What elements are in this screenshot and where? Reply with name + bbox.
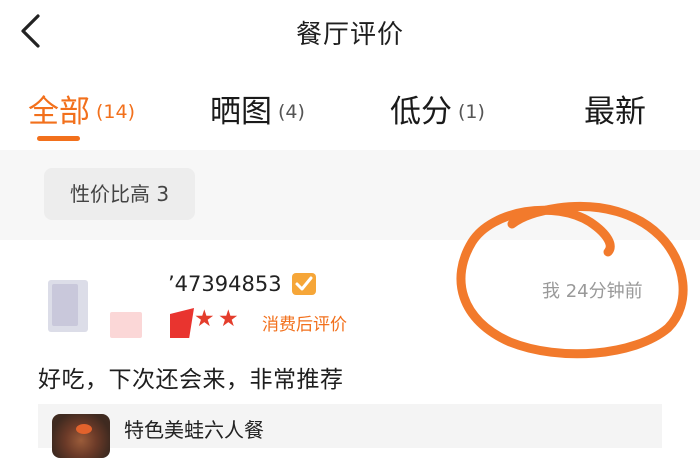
review-screen: 餐厅评价 全部 (14) 晒图 (4) 低分 (1) 最新 性价比高 3 ’47394… (0, 0, 700, 458)
tab-photos[interactable]: 晒图 (4) (210, 86, 305, 131)
page-title: 餐厅评价 (295, 20, 404, 50)
tab-low-score-count: (1) (458, 101, 485, 123)
review-source-label: 消费后评价 (262, 315, 347, 335)
review-timestamp: 我 24分钟前 (542, 281, 643, 302)
verified-badge-icon (292, 273, 316, 295)
dish-thumbnail (52, 414, 110, 458)
active-tab-indicator (37, 136, 80, 141)
star-icon: ★ (194, 306, 215, 332)
tag-chip-value-for-money[interactable]: 性价比高 3 (44, 168, 196, 220)
star-icon: ★ (218, 306, 239, 332)
tab-all-label: 全部 (28, 94, 90, 130)
tab-latest-label: 最新 (584, 94, 646, 130)
linked-dish-card[interactable]: 特色美蛙六人餐 (38, 404, 662, 458)
tab-photos-label: 晒图 (210, 94, 272, 130)
tab-photos-count: (4) (278, 101, 305, 123)
tab-latest[interactable]: 最新 (584, 86, 646, 131)
review-username[interactable]: ’47394853 (168, 272, 282, 296)
review-text: 好吃，下次还会来，非常推荐 (38, 367, 344, 393)
tab-all[interactable]: 全部 (14) (28, 86, 135, 131)
avatar-image (52, 284, 78, 326)
blurred-content (110, 312, 142, 338)
rating-star-partial (170, 308, 194, 338)
tab-low-score[interactable]: 低分 (1) (390, 86, 485, 131)
tab-low-score-label: 低分 (390, 94, 452, 130)
tab-all-count: (14) (96, 101, 136, 123)
dish-name: 特色美蛙六人餐 (124, 418, 264, 442)
filter-tabs: 全部 (14) 晒图 (4) 低分 (1) 最新 (0, 86, 700, 136)
